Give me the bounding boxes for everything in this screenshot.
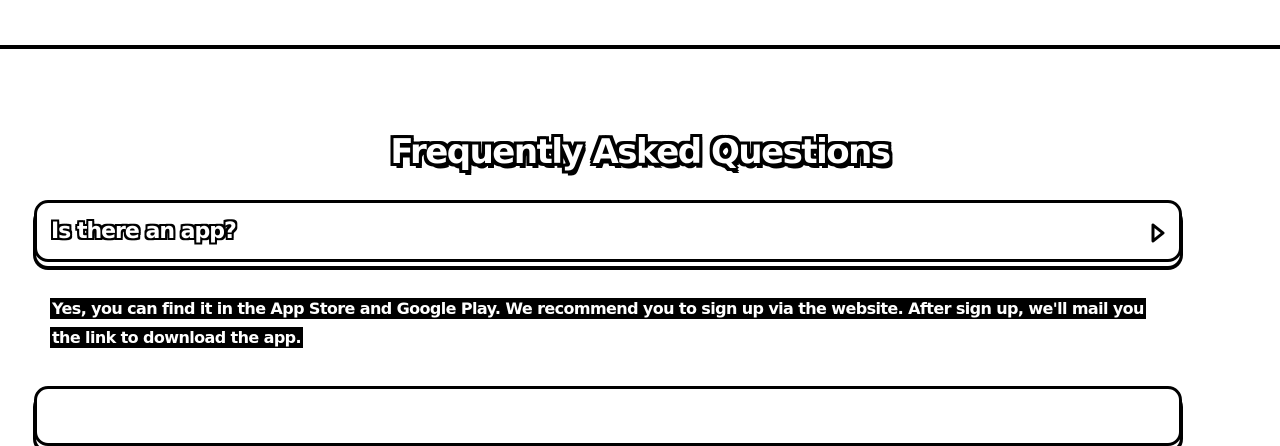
chevron-right-icon[interactable] — [1149, 222, 1167, 244]
faq-title: Frequently Asked Questions — [389, 131, 892, 173]
header-divider — [0, 45, 1280, 49]
faq-question: Is there an app? — [51, 219, 237, 244]
faq-answer-text: Yes, you can find it in the App Store an… — [50, 298, 1146, 348]
faq-item-is-there-an-app[interactable]: Is there an app? — [34, 200, 1182, 262]
faq-item-collapsed[interactable] — [34, 386, 1182, 446]
faq-answer: Yes, you can find it in the App Store an… — [50, 294, 1160, 352]
